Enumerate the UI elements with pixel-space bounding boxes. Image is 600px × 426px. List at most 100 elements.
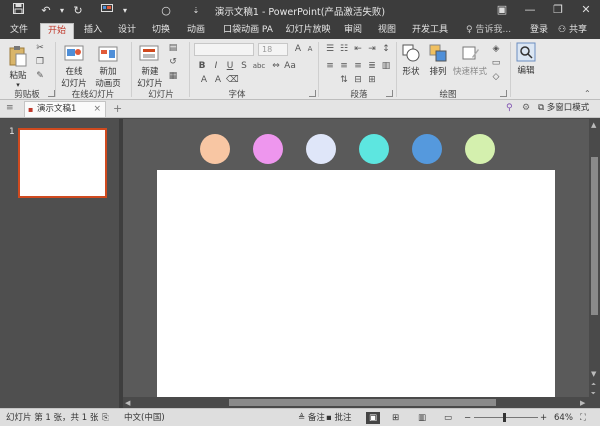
tab-slideshow[interactable]: 幻灯片放映 (284, 23, 332, 39)
font-launcher-icon[interactable] (309, 90, 316, 97)
reset-icon[interactable]: ↺ (167, 57, 179, 67)
paste-button[interactable]: 粘贴 ▾ (6, 45, 30, 89)
tab-view[interactable]: 视图 (372, 23, 402, 39)
underline-icon[interactable]: U (224, 61, 236, 71)
tab-transitions[interactable]: 切换 (146, 23, 176, 39)
decrease-font-icon[interactable]: A (304, 44, 316, 54)
ribbon-display-icon[interactable]: ▣ (488, 0, 516, 22)
share-button[interactable]: ⚇ 共享 (558, 23, 587, 39)
numbering-icon[interactable]: ☷ (338, 44, 350, 54)
scroll-right-icon[interactable]: ▶ (580, 399, 585, 407)
shapes-button[interactable]: 形状 (398, 43, 424, 77)
indent-icon[interactable]: ⇤ (352, 44, 364, 54)
tab-developer[interactable]: 开发工具 (408, 23, 452, 39)
restore-icon[interactable]: ❐ (544, 0, 572, 22)
increase-font-icon[interactable]: A (292, 44, 304, 54)
circle-shape[interactable] (359, 134, 389, 164)
text-highlight-icon[interactable]: A (212, 75, 224, 85)
align-left-icon[interactable]: ≡ (324, 61, 336, 71)
scroll-up-icon[interactable]: ▲ (591, 121, 596, 129)
normal-view-icon[interactable]: ▣ (366, 412, 380, 424)
format-painter-icon[interactable]: ✎ (34, 71, 46, 81)
font-name-dropdown[interactable] (194, 43, 254, 56)
zoom-slider[interactable] (474, 417, 538, 418)
reading-view-icon[interactable]: ▥ (418, 412, 426, 424)
justify-icon[interactable]: ≣ (366, 61, 378, 71)
scroll-left-icon[interactable]: ◀ (125, 399, 130, 407)
slide-sorter-icon[interactable]: ⊞ (392, 412, 399, 424)
editing-button[interactable]: 编辑 (514, 42, 538, 76)
close-tab-icon[interactable]: × (93, 102, 101, 117)
circle-shape[interactable] (253, 134, 283, 164)
fit-to-window-icon[interactable]: ⛶ (580, 412, 586, 424)
align-right-icon[interactable]: ≡ (352, 61, 364, 71)
gear-icon[interactable]: ⚙ (522, 103, 530, 113)
circle-shape[interactable] (306, 134, 336, 164)
strikethrough-abc-icon[interactable]: abc (252, 61, 266, 71)
shape-fill-icon[interactable]: ◈ (490, 44, 502, 54)
tab-pocket-animation[interactable]: 口袋动画 PA (220, 23, 276, 39)
login-link[interactable]: 登录 (530, 23, 548, 39)
outdent-icon[interactable]: ⇥ (366, 44, 378, 54)
language-status[interactable]: 中文(中国) (124, 412, 165, 424)
vertical-scroll-thumb[interactable] (591, 157, 598, 315)
columns-icon[interactable]: ▥ (380, 61, 392, 71)
clipboard-launcher-icon[interactable] (48, 90, 55, 97)
slide-thumbnail[interactable] (18, 128, 107, 198)
char-spacing-icon[interactable]: ⇔ (270, 61, 282, 71)
tell-me-search[interactable]: ♀ 告诉我... (466, 23, 511, 39)
slideshow-view-icon[interactable]: ▭ (444, 412, 452, 424)
change-case-icon[interactable]: Aa (284, 61, 296, 71)
scroll-down-icon[interactable]: ▼ (591, 370, 596, 378)
new-slide-button[interactable]: 新建 幻灯片 (136, 45, 164, 89)
zoom-slider-thumb[interactable] (503, 413, 506, 422)
tab-file[interactable]: 文件 (4, 23, 34, 39)
quick-styles-button[interactable]: 快速样式 (452, 43, 488, 77)
text-direction-icon[interactable]: ⇅ (338, 75, 350, 85)
new-online-animation-button[interactable]: 新加 动画页 (93, 45, 123, 89)
horizontal-scroll-thumb[interactable] (229, 399, 496, 406)
tab-review[interactable]: 审阅 (338, 23, 368, 39)
line-spacing-icon[interactable]: ↕ (380, 44, 392, 54)
slide[interactable] (157, 170, 555, 397)
zoom-level[interactable]: 64% (554, 412, 573, 424)
notes-button[interactable]: ≜ 备注 (298, 412, 325, 424)
clear-format-icon[interactable]: ⌫ (226, 75, 239, 85)
next-slide-icon[interactable]: ⏷ (591, 390, 596, 398)
previous-slide-icon[interactable]: ⏶ (591, 381, 596, 389)
circle-shape[interactable] (200, 134, 230, 164)
zoom-in-icon[interactable]: + (540, 412, 547, 424)
section-icon[interactable]: ▦ (167, 71, 179, 81)
layout-icon[interactable]: ▤ (167, 43, 179, 53)
collapse-ribbon-icon[interactable]: ⌃ (584, 89, 591, 98)
font-color-icon[interactable]: A (198, 75, 210, 85)
italic-icon[interactable]: I (210, 61, 222, 71)
bold-icon[interactable]: B (196, 61, 208, 71)
circle-shape[interactable] (412, 134, 442, 164)
align-text-icon[interactable]: ⊟ (352, 75, 364, 85)
bullets-icon[interactable]: ☰ (324, 44, 336, 54)
zoom-out-icon[interactable]: − (464, 412, 471, 424)
align-center-icon[interactable]: ≡ (338, 61, 350, 71)
tab-home[interactable]: 开始 (40, 23, 74, 39)
smartart-icon[interactable]: ⊞ (366, 75, 378, 85)
multi-window-toggle[interactable]: ⧉ 多窗口模式 (538, 102, 589, 115)
close-icon[interactable]: ✕ (572, 0, 600, 22)
document-tab[interactable]: ▪ 演示文稿1 × (24, 101, 106, 117)
shape-effects-icon[interactable]: ◇ (490, 72, 502, 82)
tab-design[interactable]: 设计 (112, 23, 142, 39)
paragraph-launcher-icon[interactable] (386, 90, 393, 97)
font-size-dropdown[interactable]: 18 (258, 43, 288, 56)
spell-check-icon[interactable]: ⎘ (102, 412, 109, 424)
comments-button[interactable]: ▪ 批注 (326, 412, 351, 424)
minimize-icon[interactable]: — (516, 0, 544, 22)
circle-shape[interactable] (465, 134, 495, 164)
strikethrough-icon[interactable]: S (238, 61, 250, 71)
new-tab-icon[interactable]: + (113, 102, 122, 115)
tab-animations[interactable]: 动画 (180, 23, 212, 39)
shape-outline-icon[interactable]: ▭ (490, 58, 502, 68)
tab-insert[interactable]: 插入 (78, 23, 108, 39)
search-icon[interactable]: ⚲ (506, 103, 513, 113)
copy-icon[interactable]: ❐ (34, 57, 46, 67)
arrange-button[interactable]: 排列 (426, 43, 450, 77)
